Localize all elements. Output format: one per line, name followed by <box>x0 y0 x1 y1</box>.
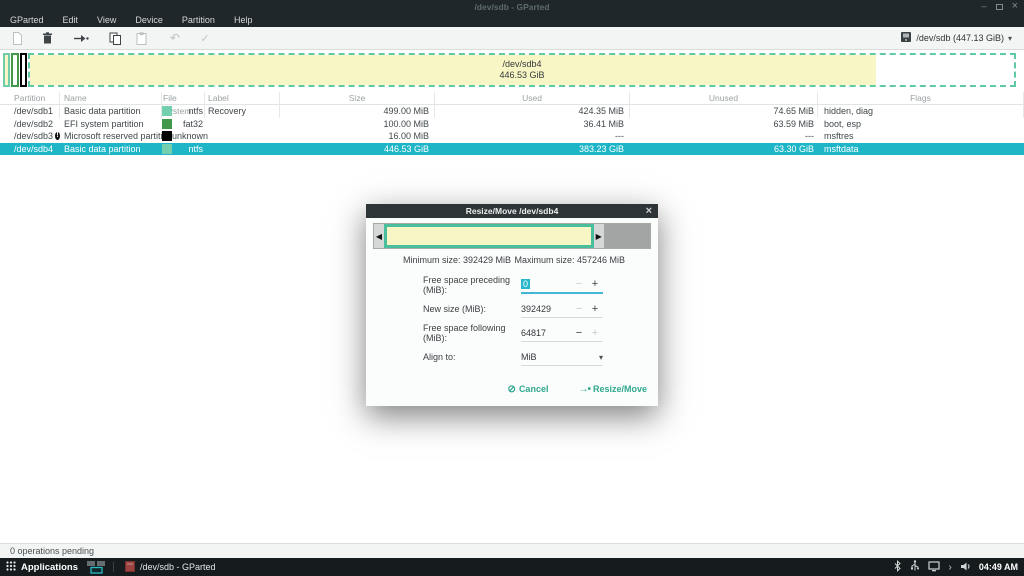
operations-pending-label: 0 operations pending <box>10 546 94 556</box>
table-row-sdb3[interactable]: /dev/sdb3 Microsoft reserved partition u… <box>0 130 1024 143</box>
partition-box-sdb3[interactable] <box>20 53 27 87</box>
cancel-icon <box>508 384 516 395</box>
close-icon[interactable] <box>1012 0 1018 13</box>
clock: 04:49 AM <box>979 562 1018 572</box>
new-partition-icon[interactable] <box>8 29 26 47</box>
menu-device[interactable]: Device <box>133 15 165 25</box>
free-space-preceding-input[interactable]: 0 <box>521 276 603 294</box>
fs-color-swatch <box>162 131 172 141</box>
window-titlebar: /dev/sdb - GParted <box>0 0 1024 13</box>
system-tray: 04:49 AM <box>893 560 1018 574</box>
toolbar: /dev/sdb (447.13 GiB) <box>0 27 1024 50</box>
free-space-preceding-row: Free space preceding (MiB): 0 <box>373 273 651 297</box>
volume-icon[interactable] <box>960 561 971 574</box>
minimum-size-label: Minimum size: 392429 MiB <box>403 255 511 265</box>
table-row-sdb1[interactable]: /dev/sdb1 Basic data partition ntfs Reco… <box>0 105 1024 118</box>
align-to-row: Align to: MiB <box>373 345 651 369</box>
free-space-following-row: Free space following (MiB): 64817 <box>373 321 651 345</box>
partition-box-sdb4[interactable]: /dev/sdb4 446.53 GiB <box>28 53 1016 87</box>
taskbar-item-gparted[interactable]: /dev/sdb - GParted <box>121 561 220 574</box>
partition-box-sdb2[interactable] <box>11 53 19 87</box>
table-row-sdb4-selected[interactable]: /dev/sdb4 Basic data partition ntfs 446.… <box>0 143 1024 156</box>
decrement-icon <box>571 303 587 315</box>
chevron-down-icon <box>599 352 603 362</box>
status-bar: 0 operations pending <box>0 543 1024 558</box>
minimize-icon[interactable] <box>982 0 987 13</box>
dialog-title: Resize/Move /dev/sdb4 <box>466 206 559 216</box>
paste-icon[interactable] <box>132 29 150 47</box>
fs-color-swatch <box>162 106 172 116</box>
chevron-down-icon <box>1008 33 1012 43</box>
menu-view[interactable]: View <box>95 15 118 25</box>
fs-color-swatch <box>162 119 172 129</box>
partition-box-name: /dev/sdb4 <box>30 59 1014 70</box>
copy-icon[interactable] <box>106 29 124 47</box>
decrement-icon <box>571 278 587 290</box>
device-selector-label: /dev/sdb (447.13 GiB) <box>916 33 1004 43</box>
menu-bar: GParted Edit View Device Partition Help <box>0 13 1024 27</box>
new-size-row: New size (MiB): 392429 <box>373 297 651 321</box>
disk-icon <box>900 31 912 45</box>
partition-box-sdb1[interactable] <box>3 53 10 87</box>
increment-icon[interactable] <box>587 278 603 290</box>
decrement-icon[interactable] <box>571 327 587 339</box>
window-title: /dev/sdb - GParted <box>0 2 1024 12</box>
resize-arrow-icon <box>578 384 590 395</box>
apply-icon[interactable] <box>196 29 214 47</box>
menu-edit[interactable]: Edit <box>61 15 81 25</box>
workspace-switcher[interactable] <box>86 560 106 574</box>
bluetooth-icon[interactable] <box>893 560 902 574</box>
partition-box-size: 446.53 GiB <box>30 70 1014 81</box>
device-overview: /dev/sdb4 446.53 GiB <box>0 50 1024 92</box>
device-selector[interactable]: /dev/sdb (447.13 GiB) <box>896 29 1016 47</box>
resize-move-dialog: Resize/Move /dev/sdb4 Minimum size: 3924… <box>366 204 658 406</box>
taskbar: Applications /dev/sdb - GParted 04:49 AM <box>0 558 1024 576</box>
display-icon[interactable] <box>928 561 940 574</box>
dialog-titlebar: Resize/Move /dev/sdb4 <box>366 204 658 218</box>
undo-icon[interactable] <box>166 29 184 47</box>
menu-help[interactable]: Help <box>232 15 255 25</box>
free-space-following-area <box>604 224 650 248</box>
menu-gparted[interactable]: GParted <box>8 15 46 25</box>
resize-right-handle-icon[interactable] <box>594 224 604 248</box>
resize-move-icon[interactable] <box>72 29 90 47</box>
new-size-input[interactable]: 392429 <box>521 300 603 318</box>
resize-move-button[interactable]: Resize/Move <box>578 384 647 395</box>
applications-grid-icon <box>6 561 16 573</box>
tray-expander-icon[interactable] <box>948 562 951 573</box>
maximum-size-label: Maximum size: 457246 MiB <box>514 255 625 265</box>
resize-slider[interactable] <box>373 223 651 249</box>
restore-icon[interactable] <box>996 4 1003 10</box>
dialog-close-icon[interactable] <box>646 204 652 218</box>
taskbar-item-label: /dev/sdb - GParted <box>140 562 216 572</box>
fs-color-swatch <box>162 144 172 154</box>
table-header: Partition Name File System Label Size Us… <box>0 92 1024 105</box>
table-row-sdb2[interactable]: /dev/sdb2 EFI system partition fat32 100… <box>0 118 1024 131</box>
usb-icon[interactable] <box>910 560 920 574</box>
applications-menu[interactable]: Applications <box>6 561 78 573</box>
gparted-app-icon <box>125 561 135 574</box>
increment-icon <box>587 327 603 339</box>
menu-partition[interactable]: Partition <box>180 15 217 25</box>
applications-label: Applications <box>21 562 78 573</box>
increment-icon[interactable] <box>587 303 603 315</box>
delete-partition-icon[interactable] <box>38 29 56 47</box>
free-space-following-input[interactable]: 64817 <box>521 324 603 342</box>
resize-left-handle-icon[interactable] <box>374 224 384 248</box>
align-to-dropdown[interactable]: MiB <box>521 348 603 366</box>
resize-partition-box[interactable] <box>384 224 594 248</box>
partition-table: Partition Name File System Label Size Us… <box>0 92 1024 155</box>
cancel-button[interactable]: Cancel <box>508 384 549 395</box>
